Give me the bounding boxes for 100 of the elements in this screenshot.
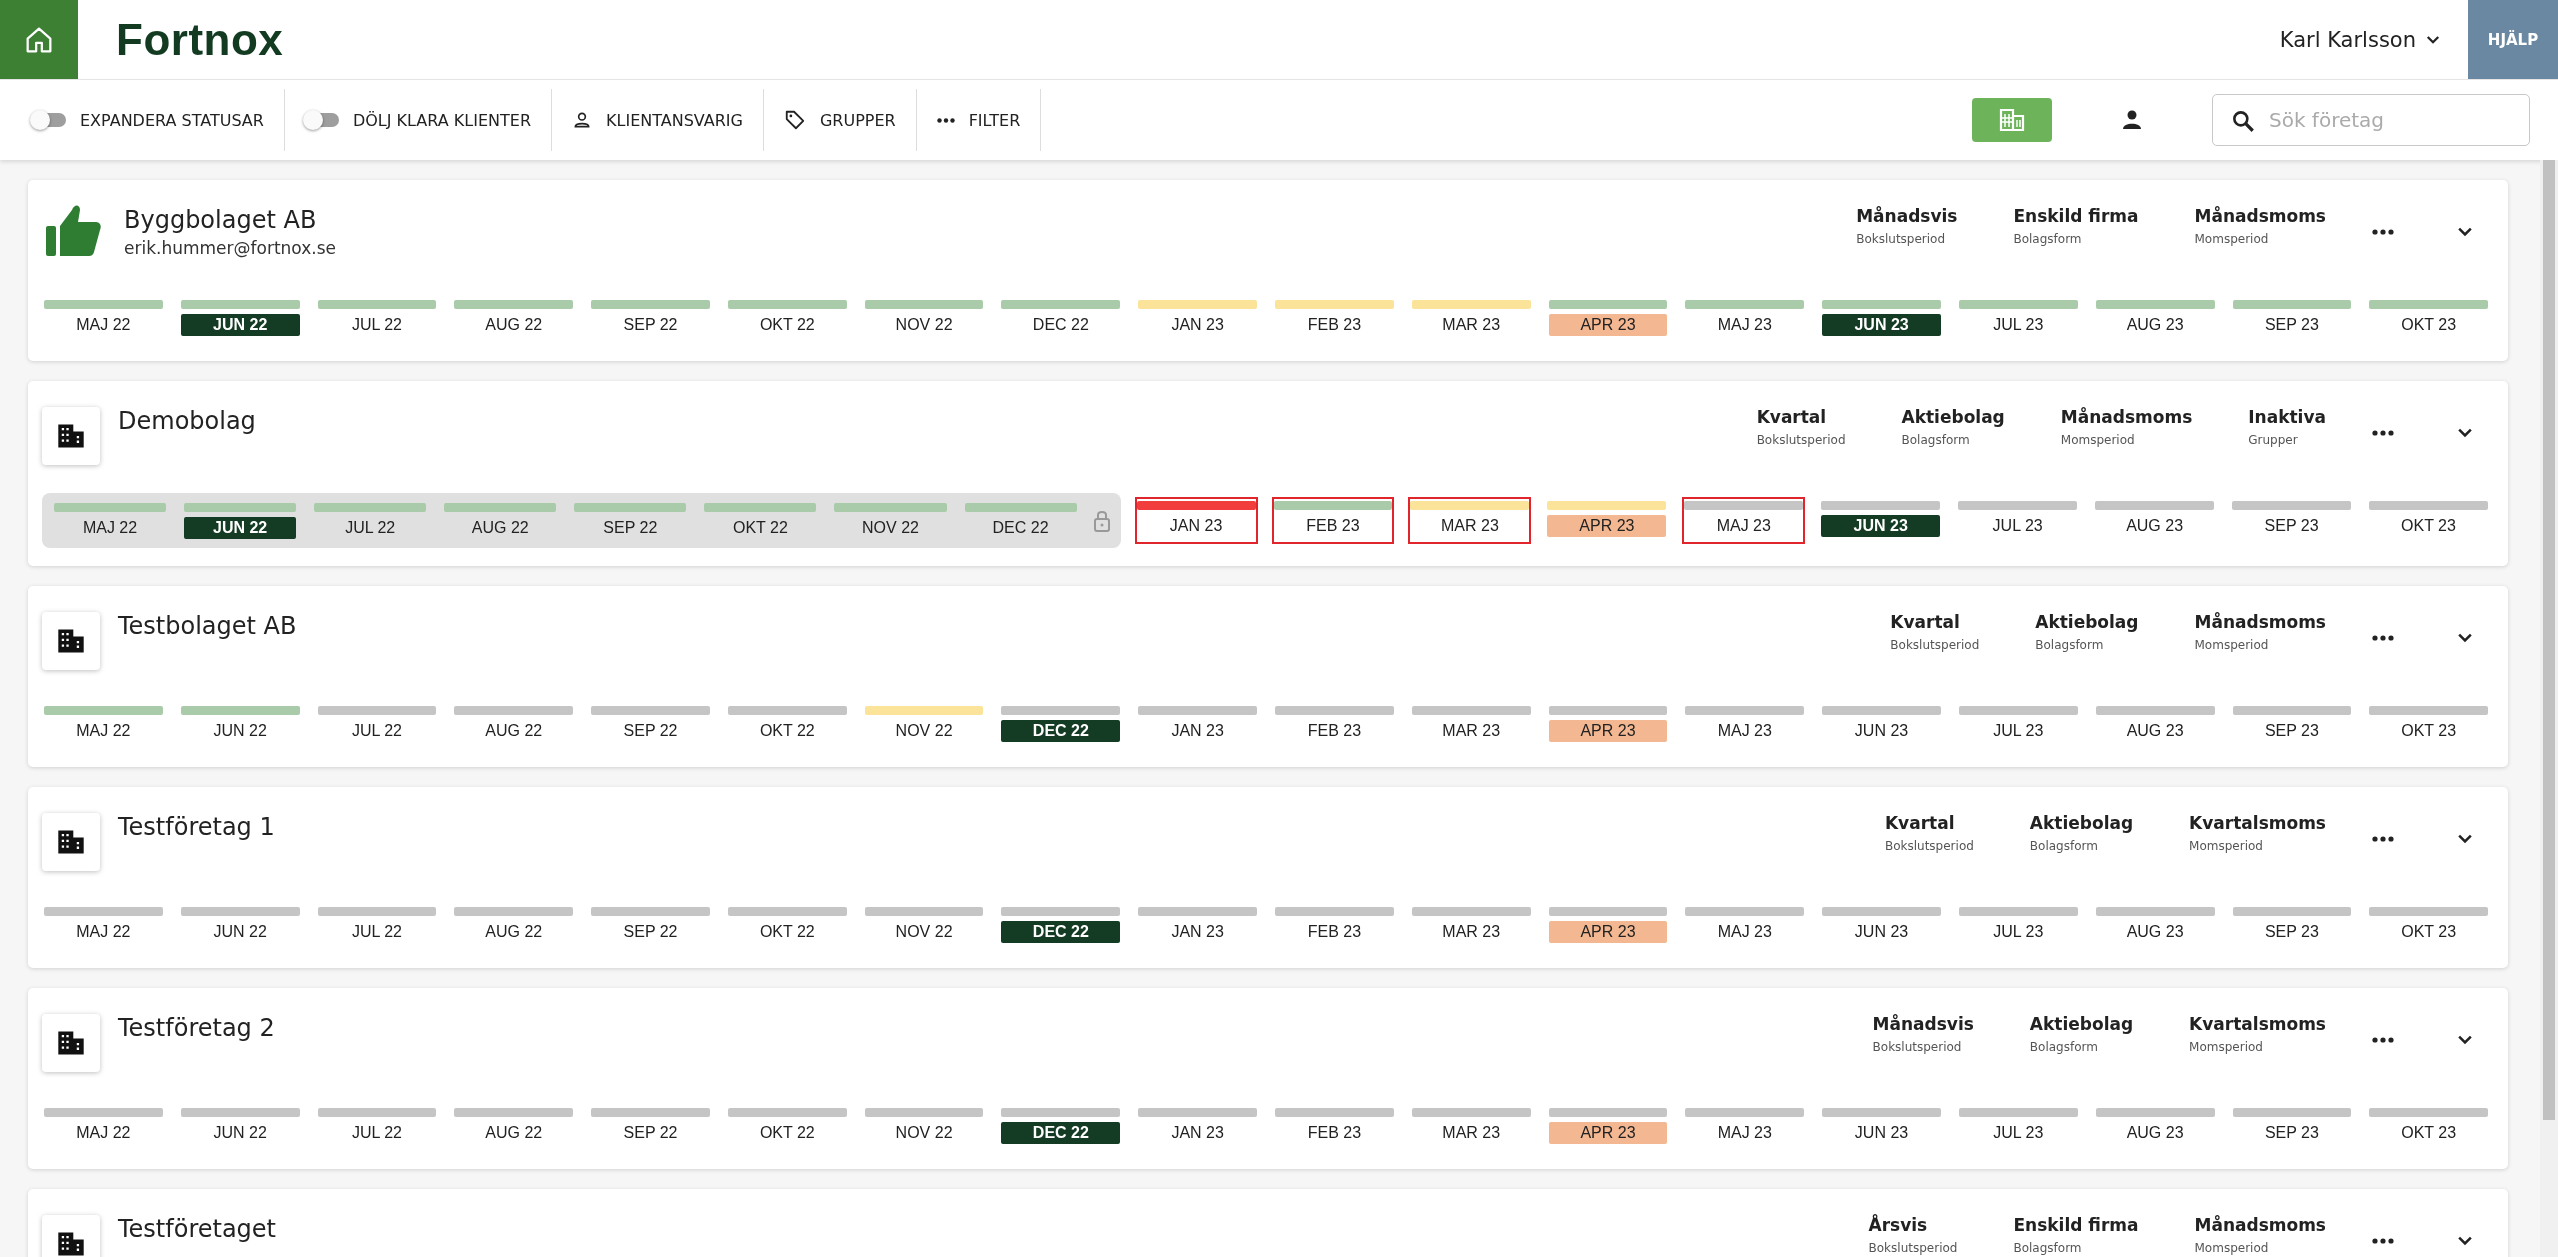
month-cell[interactable]: FEB 23 (1273, 903, 1396, 946)
month-cell[interactable]: AUG 22 (452, 903, 576, 946)
month-cell[interactable]: JUN 23 (1819, 497, 1943, 544)
month-cell[interactable]: AUG 22 (452, 296, 576, 339)
company-name[interactable]: Testföretag 2 (118, 1014, 275, 1042)
company-name[interactable]: Testföretaget (118, 1215, 277, 1243)
month-cell[interactable]: JUN 23 (1820, 1104, 1943, 1147)
month-cell[interactable]: SEP 22 (589, 1104, 712, 1147)
month-cell[interactable]: JUN 23 (1820, 702, 1943, 745)
month-cell[interactable]: MAR 23 (1409, 702, 1533, 745)
month-cell[interactable]: MAJ 22 (42, 702, 165, 745)
month-cell[interactable]: FEB 23 (1273, 702, 1396, 745)
month-cell[interactable]: SEP 23 (2230, 296, 2354, 339)
logo[interactable]: Fortnox (116, 14, 284, 65)
month-cell[interactable]: AUG 22 (452, 702, 576, 745)
month-cell[interactable]: JUL 23 (1956, 903, 2080, 946)
month-cell[interactable]: AUG 22 (442, 499, 559, 542)
month-cell[interactable]: MAR 23 (1409, 1104, 1533, 1147)
month-cell[interactable]: NOV 22 (862, 296, 986, 339)
month-cell[interactable]: MAJ 23 (1683, 296, 1807, 339)
month-cell[interactable]: FEB 23 (1271, 497, 1395, 544)
month-cell[interactable]: MAJ 23 (1683, 903, 1807, 946)
month-cell[interactable]: AUG 23 (2093, 903, 2217, 946)
month-cell[interactable]: JUN 22 (178, 1104, 302, 1147)
toolbar-button[interactable]: KLIENTANSVARIG (552, 90, 763, 150)
month-cell[interactable]: OKT 23 (2367, 903, 2491, 946)
company-name[interactable]: Byggbolaget AB (124, 206, 336, 234)
month-cell[interactable]: JAN 23 (1134, 497, 1258, 544)
month-cell[interactable]: MAJ 22 (42, 296, 165, 339)
month-cell[interactable]: JUL 22 (315, 702, 439, 745)
company-name[interactable]: Testbolaget AB (118, 612, 297, 640)
month-cell[interactable]: SEP 23 (2230, 903, 2354, 946)
month-cell[interactable]: JUN 22 (178, 296, 302, 339)
month-cell[interactable]: AUG 23 (2093, 1104, 2217, 1147)
toolbar-button[interactable]: FILTER (916, 90, 1041, 150)
month-cell[interactable]: MAJ 23 (1683, 702, 1807, 745)
month-cell[interactable]: MAJ 22 (42, 903, 165, 946)
month-cell[interactable]: OKT 22 (725, 702, 849, 745)
month-cell[interactable]: SEP 23 (2230, 497, 2353, 544)
month-cell[interactable]: AUG 23 (2093, 296, 2217, 339)
month-cell[interactable]: MAR 23 (1409, 903, 1533, 946)
month-cell[interactable]: SEP 23 (2230, 1104, 2354, 1147)
home-button[interactable] (0, 0, 78, 79)
month-cell[interactable]: JUN 22 (178, 903, 302, 946)
month-cell[interactable]: MAJ 23 (1682, 497, 1806, 544)
month-cell[interactable]: SEP 22 (589, 903, 712, 946)
month-cell[interactable]: MAJ 22 (52, 499, 169, 542)
month-cell[interactable]: MAR 23 (1409, 296, 1533, 339)
company-name[interactable]: Demobolag (118, 407, 256, 435)
month-cell[interactable]: FEB 23 (1273, 296, 1396, 339)
toggle-switch[interactable]: DÖLJ KLARA KLIENTER (284, 90, 551, 150)
month-cell[interactable]: JUL 23 (1956, 296, 2080, 339)
help-button[interactable]: HJÄLP (2468, 0, 2558, 79)
month-cell[interactable]: APR 23 (1546, 1104, 1670, 1147)
search-field[interactable]: Sök företag (2212, 94, 2530, 146)
month-cell[interactable]: JUL 22 (315, 903, 439, 946)
month-cell[interactable]: DEC 22 (999, 702, 1123, 745)
month-cell[interactable]: OKT 23 (2367, 702, 2491, 745)
toggle-switch[interactable]: EXPANDERA STATUSAR (28, 90, 284, 150)
scrollbar[interactable] (2540, 160, 2558, 1257)
month-cell[interactable]: JAN 23 (1136, 1104, 1260, 1147)
month-cell[interactable]: FEB 23 (1273, 1104, 1396, 1147)
month-cell[interactable]: JAN 23 (1136, 296, 1260, 339)
month-cell[interactable]: DEC 22 (962, 499, 1079, 542)
month-cell[interactable]: JAN 23 (1136, 903, 1260, 946)
month-cell[interactable]: JUN 22 (178, 702, 302, 745)
month-cell[interactable]: DEC 22 (999, 903, 1123, 946)
month-cell[interactable]: DEC 22 (999, 296, 1123, 339)
month-cell[interactable]: OKT 23 (2367, 1104, 2491, 1147)
month-cell[interactable]: JUL 23 (1956, 497, 2080, 544)
month-cell[interactable]: OKT 22 (725, 1104, 849, 1147)
month-cell[interactable]: OKT 23 (2367, 497, 2490, 544)
month-cell[interactable]: NOV 22 (832, 499, 949, 542)
month-cell[interactable]: OKT 22 (725, 903, 849, 946)
month-cell[interactable]: JUL 23 (1956, 1104, 2080, 1147)
month-cell[interactable]: NOV 22 (862, 702, 986, 745)
month-cell[interactable]: APR 23 (1546, 296, 1670, 339)
month-cell[interactable]: JUN 22 (182, 499, 299, 542)
month-cell[interactable]: JUL 23 (1956, 702, 2080, 745)
company-name[interactable]: Testföretag 1 (118, 813, 275, 841)
month-cell[interactable]: JUL 22 (315, 296, 439, 339)
month-cell[interactable]: AUG 23 (2093, 702, 2217, 745)
user-menu[interactable]: Karl Karlsson (2273, 0, 2448, 79)
month-cell[interactable]: SEP 22 (589, 296, 712, 339)
month-cell[interactable]: MAJ 23 (1683, 1104, 1807, 1147)
month-cell[interactable]: JUN 23 (1820, 903, 1943, 946)
month-cell[interactable]: JUL 22 (312, 499, 429, 542)
month-cell[interactable]: DEC 22 (999, 1104, 1123, 1147)
month-cell[interactable]: AUG 22 (452, 1104, 576, 1147)
month-cell[interactable]: OKT 22 (702, 499, 819, 542)
month-cell[interactable]: APR 23 (1546, 903, 1670, 946)
month-cell[interactable]: APR 23 (1545, 497, 1669, 544)
month-cell[interactable]: SEP 22 (589, 702, 712, 745)
month-cell[interactable]: OKT 23 (2367, 296, 2491, 339)
month-cell[interactable]: JUL 22 (315, 1104, 439, 1147)
toolbar-button[interactable]: GRUPPER (763, 90, 916, 150)
month-cell[interactable]: JUN 23 (1820, 296, 1943, 339)
month-cell[interactable]: NOV 22 (862, 1104, 986, 1147)
month-cell[interactable]: AUG 23 (2093, 497, 2217, 544)
month-cell[interactable]: OKT 22 (725, 296, 849, 339)
